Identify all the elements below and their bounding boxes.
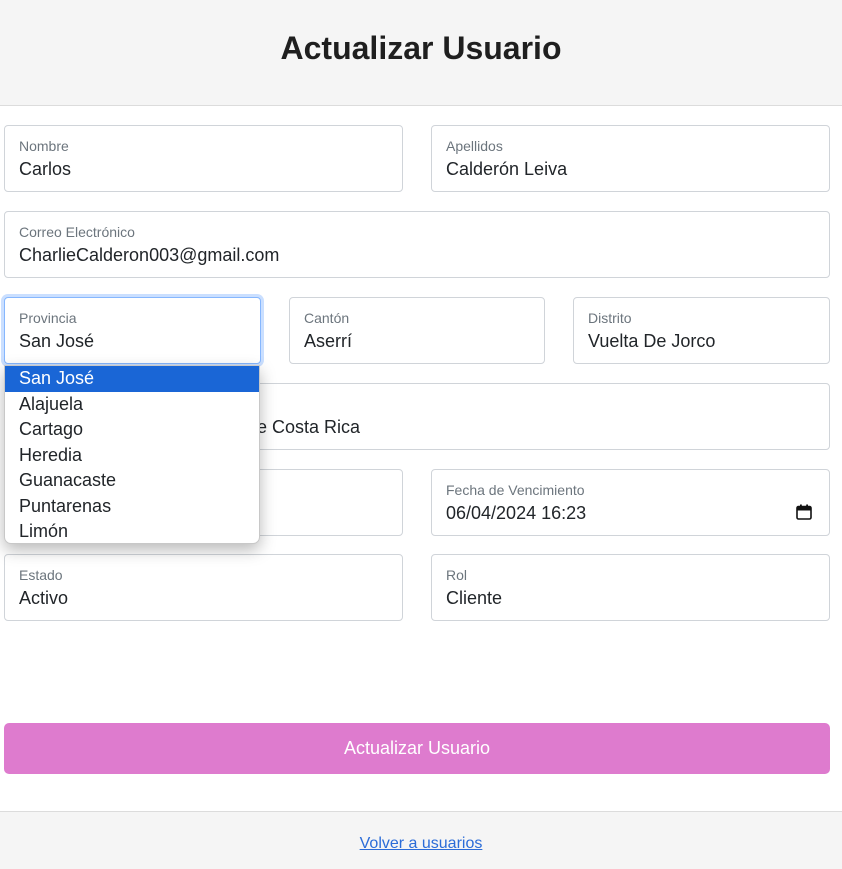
fecha-vencimiento-label: Fecha de Vencimiento: [446, 482, 585, 498]
provincia-option-guanacaste[interactable]: Guanacaste: [5, 468, 259, 494]
apellidos-field[interactable]: Apellidos Calderón Leiva: [431, 125, 830, 192]
provincia-option-limon[interactable]: Limón: [5, 519, 259, 543]
canton-select[interactable]: Cantón Aserrí: [289, 297, 545, 364]
provincia-select[interactable]: Provincia San José: [4, 297, 261, 364]
apellidos-label: Apellidos: [446, 138, 503, 154]
direccion-value: e Costa Rica: [257, 417, 361, 437]
nombre-value: Carlos: [19, 159, 72, 179]
provincia-option-san-jose[interactable]: San José: [5, 366, 259, 392]
rol-value: Cliente: [446, 588, 503, 608]
provincia-value: San José: [19, 331, 95, 351]
calendar-icon[interactable]: [796, 504, 812, 520]
distrito-value: Vuelta De Jorco: [588, 331, 716, 351]
correo-value: CharlieCalderon003@gmail.com: [19, 245, 280, 265]
fecha-vencimiento-field[interactable]: Fecha de Vencimiento 06/04/2024 16:23: [431, 469, 830, 536]
canton-value: Aserrí: [304, 331, 353, 351]
actualizar-usuario-button[interactable]: Actualizar Usuario: [4, 723, 830, 774]
page-title: Actualizar Usuario: [280, 30, 562, 66]
fecha-vencimiento-value: 06/04/2024 16:23: [446, 503, 587, 523]
estado-select[interactable]: Estado Activo: [4, 554, 403, 621]
provincia-dropdown-list[interactable]: San José Alajuela Cartago Heredia Guanac…: [4, 365, 260, 544]
provincia-option-cartago[interactable]: Cartago: [5, 417, 259, 443]
nombre-label: Nombre: [19, 138, 69, 154]
provincia-option-alajuela[interactable]: Alajuela: [5, 392, 259, 418]
provincia-option-heredia[interactable]: Heredia: [5, 443, 259, 469]
provincia-label: Provincia: [19, 310, 77, 326]
provincia-option-puntarenas[interactable]: Puntarenas: [5, 494, 259, 520]
distrito-select[interactable]: Distrito Vuelta De Jorco: [573, 297, 830, 364]
page-header: Actualizar Usuario: [0, 0, 842, 106]
canton-label: Cantón: [304, 310, 350, 326]
estado-label: Estado: [19, 567, 63, 583]
page-footer: Volver a usuarios: [0, 811, 842, 869]
rol-label: Rol: [446, 567, 468, 583]
apellidos-value: Calderón Leiva: [446, 159, 568, 179]
distrito-label: Distrito: [588, 310, 632, 326]
volver-a-usuarios-link[interactable]: Volver a usuarios: [0, 835, 842, 853]
correo-label: Correo Electrónico: [19, 224, 135, 240]
correo-field[interactable]: Correo Electrónico CharlieCalderon003@gm…: [4, 211, 830, 278]
rol-select[interactable]: Rol Cliente: [431, 554, 830, 621]
nombre-field[interactable]: Nombre Carlos: [4, 125, 403, 192]
estado-value: Activo: [19, 588, 69, 608]
